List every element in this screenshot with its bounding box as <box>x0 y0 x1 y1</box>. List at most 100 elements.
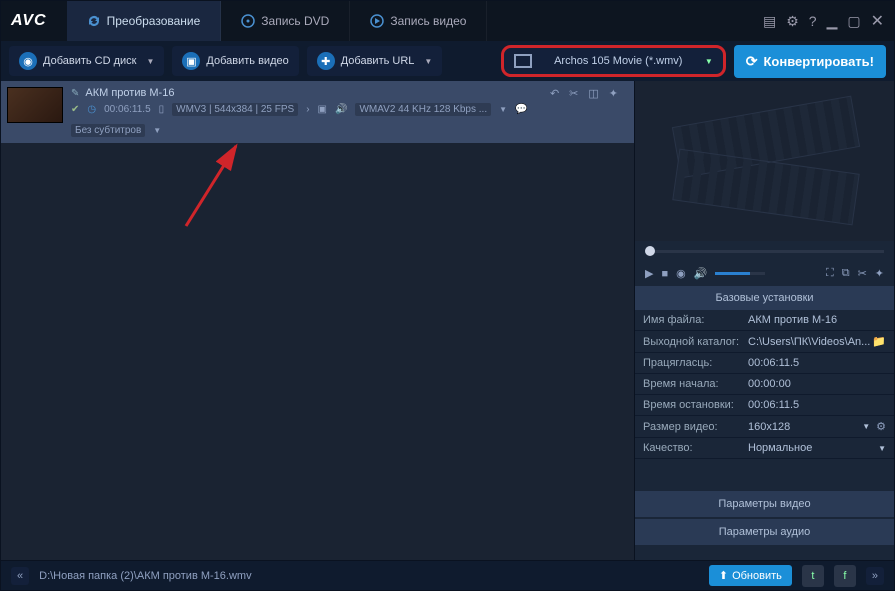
btn-label: Добавить URL <box>341 55 415 67</box>
thumbnail <box>7 87 63 123</box>
setting-quality: Качество: Нормальное ▼ <box>635 438 894 459</box>
tab-label: Запись DVD <box>261 14 329 28</box>
setting-start-time: Время начала: 00:00:00 <box>635 374 894 395</box>
chevron-right-icon[interactable]: › <box>306 104 309 115</box>
effects-icon[interactable]: ✦ <box>609 87 618 137</box>
gear-icon[interactable]: ⚙ <box>876 420 886 433</box>
play-icon[interactable]: ▶ <box>645 267 653 280</box>
file-name: АКМ против М-16 <box>85 87 174 99</box>
gear-icon[interactable]: ⚙ <box>786 13 799 30</box>
profile-selector[interactable]: Archos 105 Movie (*.wmv) ▼ <box>501 45 726 77</box>
film-icon <box>514 54 532 68</box>
effects-icon[interactable]: ✦ <box>875 267 884 280</box>
tab-record[interactable]: Запись видео <box>350 1 487 41</box>
file-path: D:\Новая папка (2)\АКМ против М-16.wmv <box>39 570 699 582</box>
clock-icon: ◷ <box>87 104 96 115</box>
profile-text: Archos 105 Movie (*.wmv) <box>542 55 695 67</box>
popout-icon[interactable]: ⧉ <box>842 267 850 280</box>
btn-label: Конвертировать! <box>763 54 874 69</box>
filmstrip-icon <box>675 101 855 221</box>
help-icon[interactable]: ? <box>809 13 817 29</box>
update-button[interactable]: ⬆ Обновить <box>709 565 792 586</box>
convert-button[interactable]: ⟳ Конвертировать! <box>734 45 886 78</box>
app-window: AVC Преобразование Запись DVD Запись вид… <box>0 0 895 591</box>
add-cd-button[interactable]: ◉ Добавить CD диск ▼ <box>9 46 164 76</box>
convert-icon: ⟳ <box>746 53 758 70</box>
film-plus-icon: ▣ <box>182 52 200 70</box>
volume-icon[interactable]: 🔊 <box>694 267 708 280</box>
expand-icon[interactable]: ⛶ <box>826 267 834 280</box>
tab-convert[interactable]: Преобразование <box>67 1 222 41</box>
undo-icon[interactable]: ↶ <box>550 87 559 137</box>
app-logo: AVC <box>11 12 47 30</box>
chevron-down-icon: ▼ <box>424 57 432 66</box>
duration: 00:06:11.5 <box>104 104 151 115</box>
crop-icon[interactable]: ◫ <box>588 87 598 137</box>
setting-video-size: Размер видео: 160x128 ▼ ⚙ <box>635 416 894 438</box>
cut-icon[interactable]: ✂ <box>569 87 578 137</box>
player-controls: ▶ ■ ◉ 🔊 ⛶ ⧉ ✂ ✦ <box>635 261 894 286</box>
chevron-down-icon: ▼ <box>705 57 713 66</box>
play-circle-icon <box>370 14 384 28</box>
tab-dvd[interactable]: Запись DVD <box>221 1 350 41</box>
chevron-down-icon[interactable]: ▼ <box>499 105 507 114</box>
toolbar: ◉ Добавить CD диск ▼ ▣ Добавить видео ✚ … <box>1 41 894 81</box>
disc-plus-icon: ◉ <box>19 52 37 70</box>
minimize-icon[interactable]: ▁ <box>827 13 838 30</box>
seek-slider[interactable] <box>635 241 894 261</box>
speaker-icon[interactable]: 🔊 <box>335 104 347 115</box>
expand-button[interactable]: » <box>866 567 884 585</box>
tab-label: Преобразование <box>107 14 201 28</box>
audio-format[interactable]: WMAV2 44 KHz 128 Kbps ... <box>355 103 491 116</box>
preview-area <box>635 81 894 241</box>
volume-slider[interactable] <box>715 272 765 275</box>
film-icon: ▯ <box>159 104 165 115</box>
chevron-down-icon: ▼ <box>147 57 155 66</box>
refresh-icon <box>87 14 101 28</box>
status-bar: « D:\Новая папка (2)\АКМ против М-16.wmv… <box>1 560 894 590</box>
file-list: ✎ АКМ против М-16 ✔ ◷ 00:06:11.5 ▯ WMV3 … <box>1 81 634 560</box>
audio-params-header[interactable]: Параметры аудио <box>635 519 894 545</box>
side-panel: ▶ ■ ◉ 🔊 ⛶ ⧉ ✂ ✦ Базовые установки Имя фа… <box>634 81 894 560</box>
setting-stop-time: Время остановки: 00:06:11.5 <box>635 395 894 416</box>
file-item[interactable]: ✎ АКМ против М-16 ✔ ◷ 00:06:11.5 ▯ WMV3 … <box>1 81 634 143</box>
tab-label: Запись видео <box>390 14 466 28</box>
check-icon[interactable]: ✔ <box>71 104 79 115</box>
collapse-button[interactable]: « <box>11 567 29 585</box>
video-params-header[interactable]: Параметры видео <box>635 491 894 517</box>
facebook-icon[interactable]: f <box>834 565 856 587</box>
twitter-icon[interactable]: t <box>802 565 824 587</box>
settings-header: Базовые установки <box>635 286 894 310</box>
snapshot-icon[interactable]: ◉ <box>676 267 686 280</box>
chevron-down-icon[interactable]: ▼ <box>862 422 870 431</box>
subtitle-icon: 💬 <box>515 104 527 115</box>
video-format: WMV3 | 544x384 | 25 FPS <box>172 103 298 116</box>
setting-filename: Имя файла: АКМ против М-16 <box>635 310 894 331</box>
globe-plus-icon: ✚ <box>317 52 335 70</box>
titlebar: AVC Преобразование Запись DVD Запись вид… <box>1 1 894 41</box>
file-info: ✎ АКМ против М-16 ✔ ◷ 00:06:11.5 ▯ WMV3 … <box>71 87 542 137</box>
chevron-down-icon[interactable]: ▼ <box>878 444 886 453</box>
file-actions: ↶ ✂ ◫ ✦ <box>550 87 628 137</box>
maximize-icon[interactable]: ▢ <box>847 13 860 30</box>
folder-icon[interactable]: 📁 <box>872 335 886 348</box>
car-icon: ▣ <box>318 104 327 115</box>
window-controls: ▤ ⚙ ? ▁ ▢ ✕ <box>763 11 884 31</box>
add-video-button[interactable]: ▣ Добавить видео <box>172 46 298 76</box>
settings-panel: Базовые установки Имя файла: АКМ против … <box>635 286 894 560</box>
chevron-down-icon[interactable]: ▼ <box>153 126 161 135</box>
close-icon[interactable]: ✕ <box>871 11 884 31</box>
setting-output-dir: Выходной каталог: C:\Users\ПК\Videos\An.… <box>635 331 894 353</box>
disc-icon <box>241 14 255 28</box>
btn-label: Добавить CD диск <box>43 55 137 67</box>
subtitles[interactable]: Без субтитров <box>71 124 145 137</box>
main-tabs: Преобразование Запись DVD Запись видео <box>67 1 763 41</box>
upload-icon: ⬆ <box>719 569 728 582</box>
setting-duration: Працягласць: 00:06:11.5 <box>635 353 894 374</box>
scissors-icon[interactable]: ✂ <box>858 267 867 280</box>
edit-icon[interactable]: ✎ <box>71 88 79 99</box>
stop-icon[interactable]: ■ <box>661 268 668 280</box>
content-area: ✎ АКМ против М-16 ✔ ◷ 00:06:11.5 ▯ WMV3 … <box>1 81 894 560</box>
options-icon[interactable]: ▤ <box>763 13 776 30</box>
add-url-button[interactable]: ✚ Добавить URL ▼ <box>307 46 443 76</box>
